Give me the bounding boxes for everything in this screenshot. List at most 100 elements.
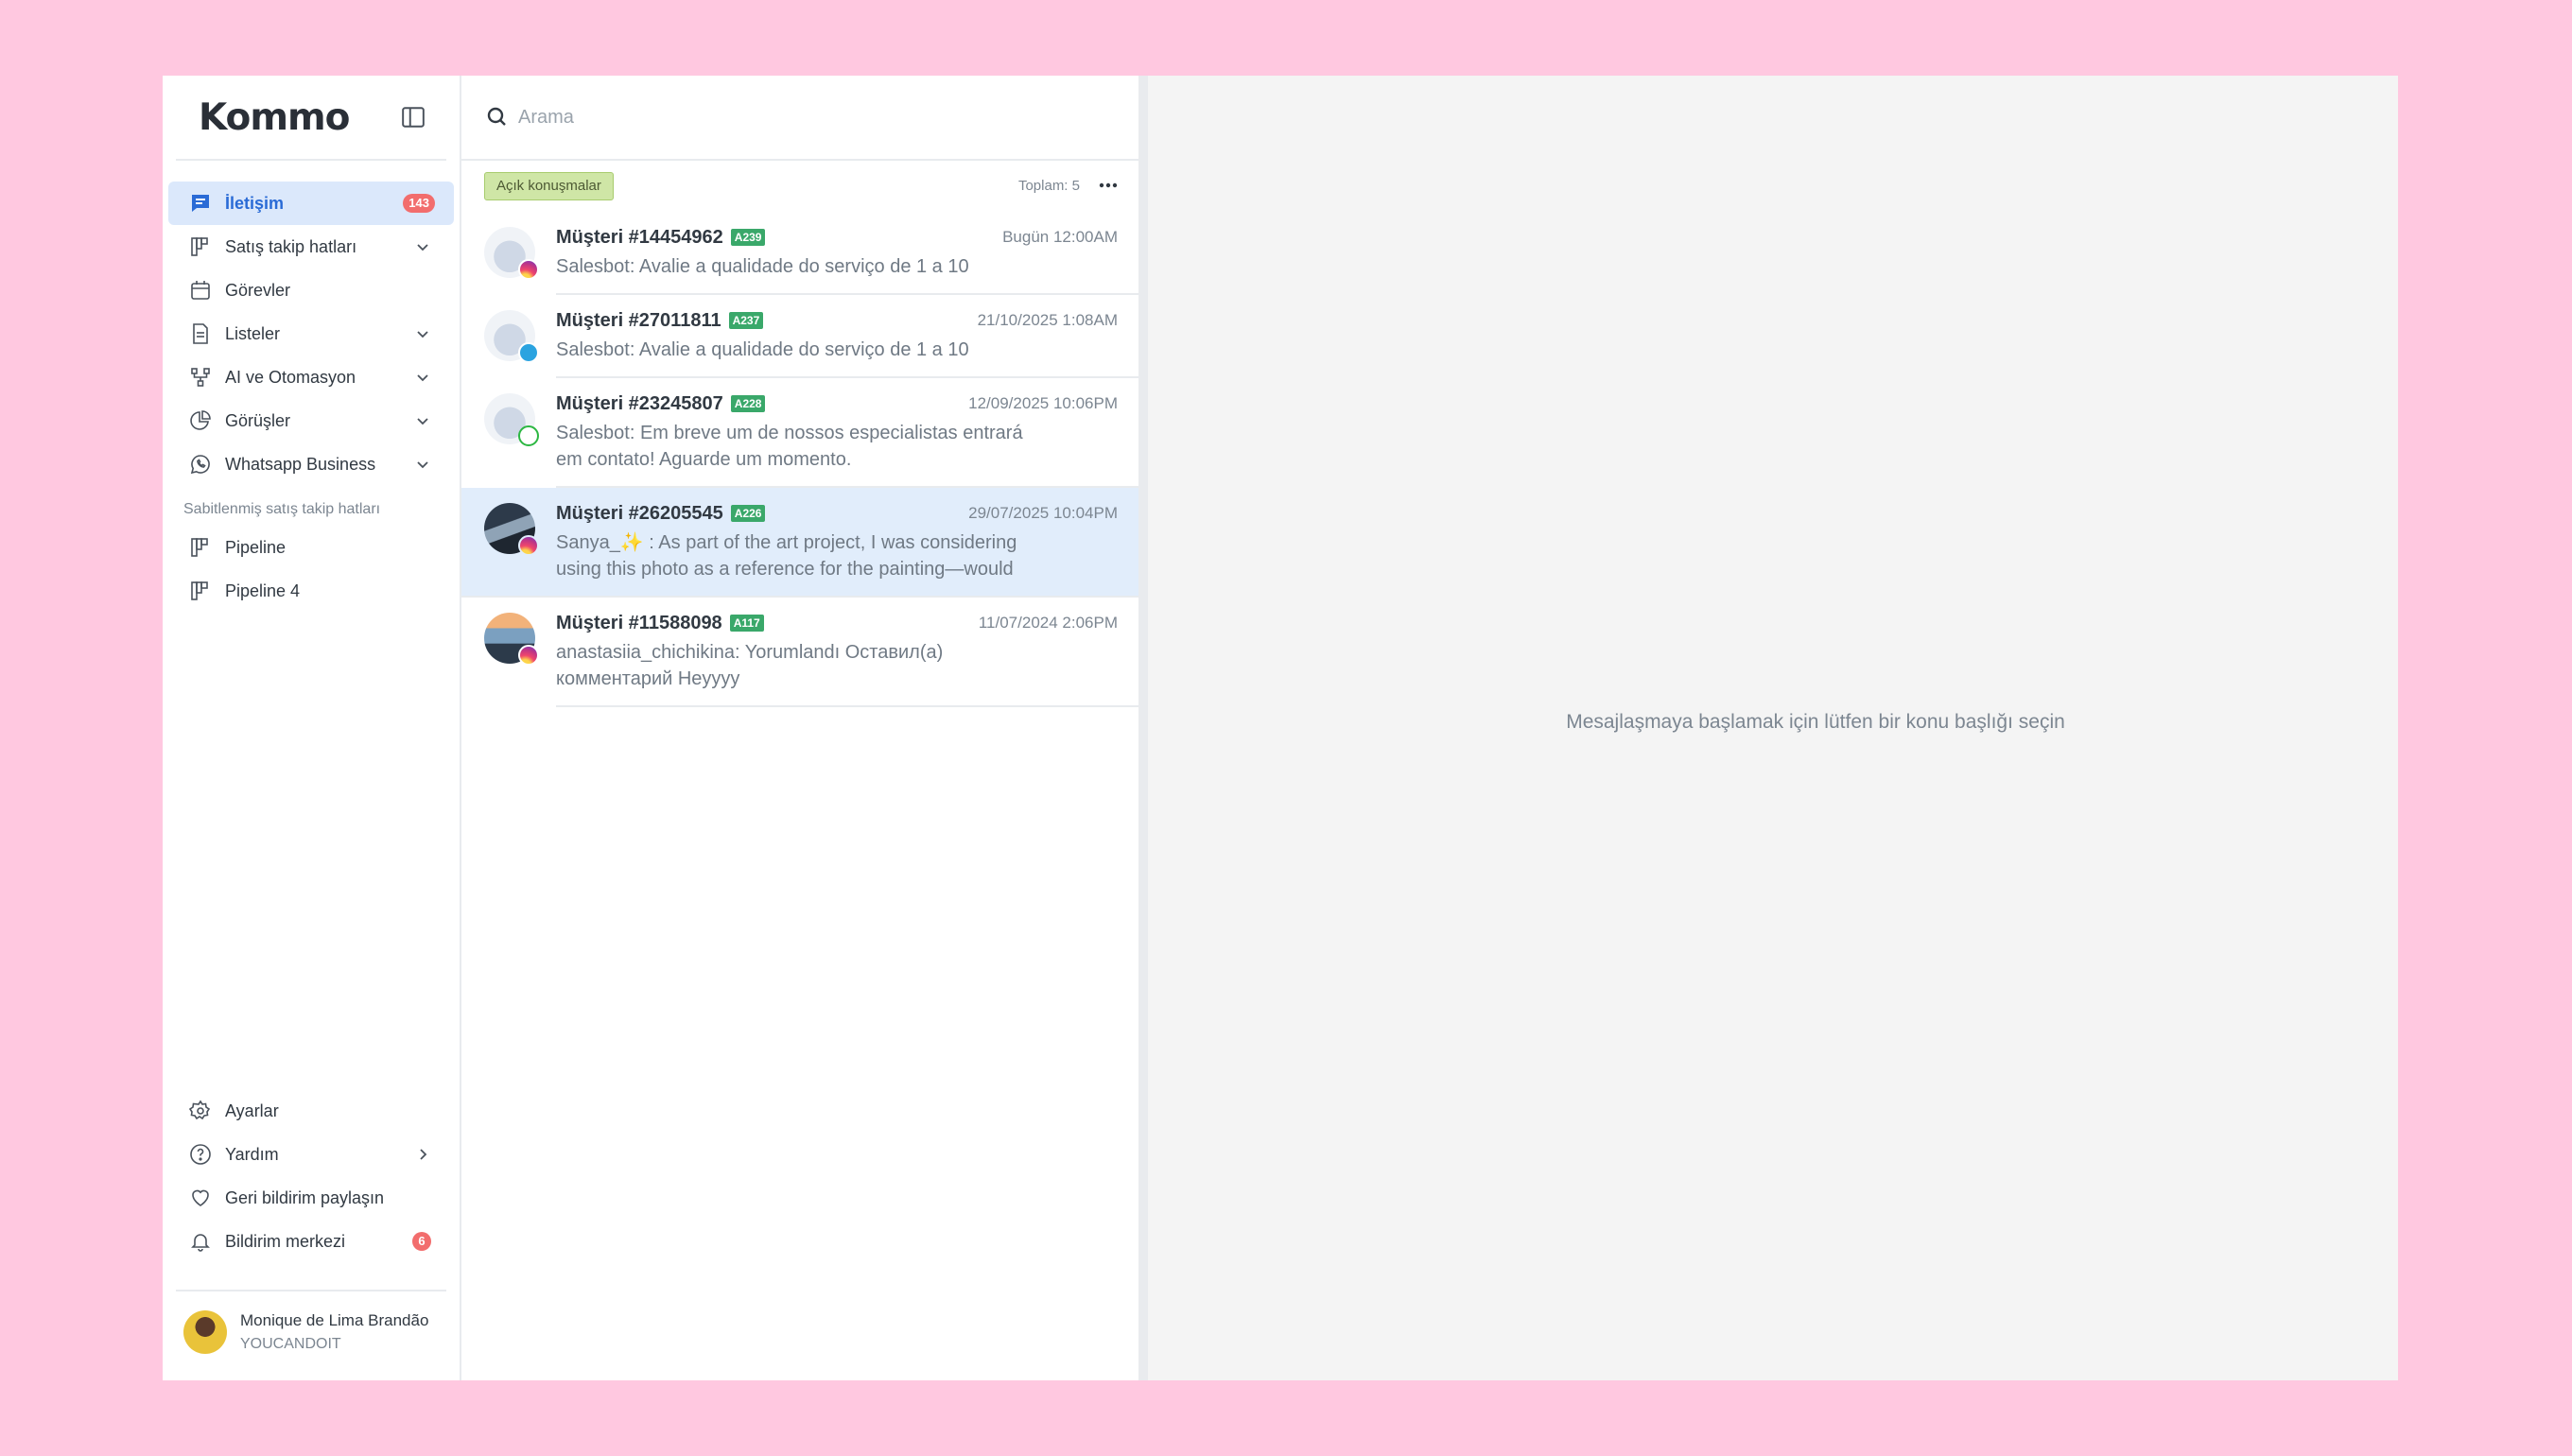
whatsapp-icon: [518, 425, 539, 446]
chevron-down-icon[interactable]: [416, 458, 429, 471]
sidebar-item-listeler[interactable]: Listeler: [168, 312, 454, 355]
whatsapp-icon: [190, 455, 210, 475]
sidebar-item-pipeline[interactable]: Pipeline: [168, 526, 454, 569]
bell-icon: [191, 1234, 210, 1252]
conversation-list-panel: Açık konuşmalar Toplam: 5 Müşteri #14454…: [461, 76, 1148, 1380]
conversation-tag: A226: [730, 505, 766, 522]
conversation-name: Müşteri #26205545: [556, 502, 723, 524]
sidebar-item-gorusler[interactable]: Görüşler: [168, 399, 454, 442]
sidebar-item-label: Yardım: [225, 1144, 279, 1164]
conversation-preview: Salesbot: Avalie a qualidade do serviço …: [556, 339, 969, 360]
avatar: [484, 310, 539, 363]
avatar: [484, 227, 539, 280]
instagram-icon: [518, 259, 539, 280]
sidebar-item-label: Whatsapp Business: [225, 454, 376, 474]
chevron-down-icon[interactable]: [416, 414, 429, 427]
chevron-down-icon[interactable]: [416, 240, 429, 253]
calendar-icon: [191, 281, 210, 300]
conversation-time: 21/10/2025 1:08AM: [977, 311, 1118, 329]
sidebar-item-ayarlar[interactable]: Ayarlar: [168, 1089, 454, 1133]
unread-badge: 143: [403, 194, 435, 213]
conversation-preview: Salesbot: Avalie a qualidade do serviço …: [556, 256, 969, 277]
sidebar: Kommo İletişim 143 Satış takip hatları G…: [163, 76, 461, 1380]
conversation-tag: A237: [728, 312, 764, 329]
chat-empty-state: Mesajlaşmaya başlamak için lütfen bir ko…: [1148, 76, 2398, 1380]
kommo-logo[interactable]: Kommo: [199, 96, 350, 139]
conversation-item[interactable]: Müşteri #27011811 A237 21/10/2025 1:08AM…: [484, 295, 1138, 378]
instagram-icon: [518, 535, 539, 556]
instagram-icon: [518, 645, 539, 666]
pipeline-icon: [191, 237, 208, 256]
conversation-preview: anastasiia_chichikina: Yorumlandı Остави…: [556, 642, 944, 689]
empty-state-message: Mesajlaşmaya başlamak için lütfen bir ko…: [1566, 711, 2065, 733]
user-name: Monique de Lima Brandão: [240, 1311, 429, 1329]
sidebar-item-label: Görevler: [225, 280, 291, 300]
conversation-name: Müşteri #14454962: [556, 226, 723, 248]
sidebar-item-label: Satış takip hatları: [225, 236, 357, 256]
avatar: [484, 503, 539, 556]
sidebar-item-label: İletişim: [225, 193, 285, 213]
sidebar-item-geri-bildirim[interactable]: Geri bildirim paylaşın: [168, 1176, 454, 1220]
chevron-down-icon[interactable]: [416, 371, 429, 384]
conversation-item-selected[interactable]: Müşteri #26205545 A226 29/07/2025 10:04P…: [461, 488, 1138, 598]
sidebar-item-gorevler[interactable]: Görevler: [168, 269, 454, 312]
avatar: [484, 393, 539, 446]
chevron-down-icon[interactable]: [416, 327, 429, 340]
conversation-time: 12/09/2025 10:06PM: [968, 394, 1118, 412]
sidebar-item-label: Bildirim merkezi: [225, 1231, 346, 1251]
total-count: Toplam: 5: [1017, 178, 1080, 194]
sidebar-item-label: Pipeline: [225, 537, 287, 557]
user-profile[interactable]: Monique de Lima Brandão YOUCANDOIT: [176, 1290, 446, 1354]
search-bar: [461, 76, 1138, 161]
app-window: Kommo İletişim 143 Satış takip hatları G…: [163, 76, 2398, 1380]
conversation-preview: Sanya_✨ : As part of the art project, I …: [556, 532, 1017, 580]
collapse-sidebar-icon[interactable]: [401, 105, 426, 130]
conversation-item[interactable]: Müşteri #11588098 A117 11/07/2024 2:06PM…: [484, 598, 1138, 707]
notification-badge: 6: [412, 1232, 431, 1251]
conversation-tag: A228: [730, 395, 766, 412]
sidebar-item-whatsapp-business[interactable]: Whatsapp Business: [168, 442, 454, 486]
chat-icon: [192, 195, 209, 212]
conversation-item[interactable]: Müşteri #14454962 A239 Bugün 12:00AM Sal…: [484, 212, 1138, 295]
conversation-name: Müşteri #23245807: [556, 392, 723, 414]
conversation-name: Müşteri #11588098: [556, 612, 722, 633]
sidebar-item-pipeline-4[interactable]: Pipeline 4: [168, 569, 454, 613]
more-options-icon[interactable]: [1097, 178, 1120, 193]
conversation-preview: Salesbot: Em breve um de nossos especial…: [556, 423, 1023, 470]
filter-tag[interactable]: Açık konuşmalar: [484, 172, 614, 200]
help-icon: [190, 1144, 211, 1165]
avatar: [183, 1310, 227, 1354]
pinned-pipelines-heading: Sabitlenmiş satış takip hatları: [183, 501, 381, 517]
conversation-time: Bugün 12:00AM: [1002, 228, 1118, 246]
list-toolbar: Açık konuşmalar Toplam: 5: [461, 161, 1138, 212]
conversation-name: Müşteri #27011811: [556, 309, 721, 331]
avatar: [484, 613, 539, 666]
sidebar-item-label: Geri bildirim paylaşın: [225, 1187, 385, 1207]
pie-chart-icon: [190, 410, 211, 430]
sidebar-item-label: AI ve Otomasyon: [225, 367, 356, 387]
sidebar-bottom-nav: Ayarlar Yardım Geri bildirim paylaşın Bi…: [163, 1089, 460, 1263]
gear-icon: [189, 1100, 211, 1120]
pipeline-icon: [191, 581, 208, 600]
sidebar-item-yardim[interactable]: Yardım: [168, 1133, 454, 1176]
telegram-icon: [518, 342, 539, 363]
sidebar-item-bildirim-merkezi[interactable]: Bildirim merkezi 6: [168, 1220, 454, 1263]
conversation-time: 29/07/2025 10:04PM: [968, 504, 1118, 522]
conversation-item[interactable]: Müşteri #23245807 A228 12/09/2025 10:06P…: [484, 378, 1138, 488]
pipeline-icon: [191, 538, 208, 557]
chevron-right-icon[interactable]: [416, 1148, 429, 1161]
main-nav: İletişim 143 Satış takip hatları Görevle…: [163, 161, 460, 613]
sidebar-item-label: Pipeline 4: [225, 581, 301, 600]
search-input[interactable]: [518, 106, 1086, 129]
sidebar-item-label: Görüşler: [225, 410, 291, 430]
user-organization: YOUCANDOIT: [240, 1336, 341, 1352]
sidebar-item-iletisim[interactable]: İletişim 143: [168, 182, 454, 225]
sidebar-item-satis-takip-hatlari[interactable]: Satış takip hatları: [168, 225, 454, 269]
sidebar-item-ai-ve-otomasyon[interactable]: AI ve Otomasyon: [168, 355, 454, 399]
automation-icon: [191, 368, 210, 387]
sidebar-item-label: Listeler: [225, 323, 281, 343]
document-icon: [193, 323, 208, 344]
heart-icon: [192, 1189, 209, 1206]
conversation-tag: A239: [730, 229, 766, 246]
conversation-tag: A117: [729, 615, 764, 632]
